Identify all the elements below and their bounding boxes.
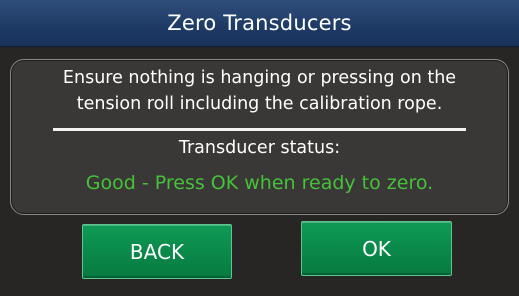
ok-button-label: OK — [362, 236, 391, 261]
dialog-title: Zero Transducers — [167, 11, 352, 35]
back-button-label: BACK — [129, 239, 185, 264]
instruction-line-1: Ensure nothing is hanging or pressing on… — [62, 68, 457, 88]
screen: Zero Transducers Ensure nothing is hangi… — [0, 0, 519, 296]
status-label: Transducer status: — [178, 138, 341, 158]
message-panel: Ensure nothing is hanging or pressing on… — [10, 59, 509, 215]
divider — [53, 128, 466, 131]
instruction-line-2: tension roll including the calibration r… — [76, 94, 443, 114]
status-value: Good - Press OK when ready to zero. — [85, 172, 434, 194]
back-button[interactable]: BACK — [82, 224, 232, 279]
title-bar: Zero Transducers — [0, 0, 519, 47]
ok-button[interactable]: OK — [301, 221, 452, 276]
